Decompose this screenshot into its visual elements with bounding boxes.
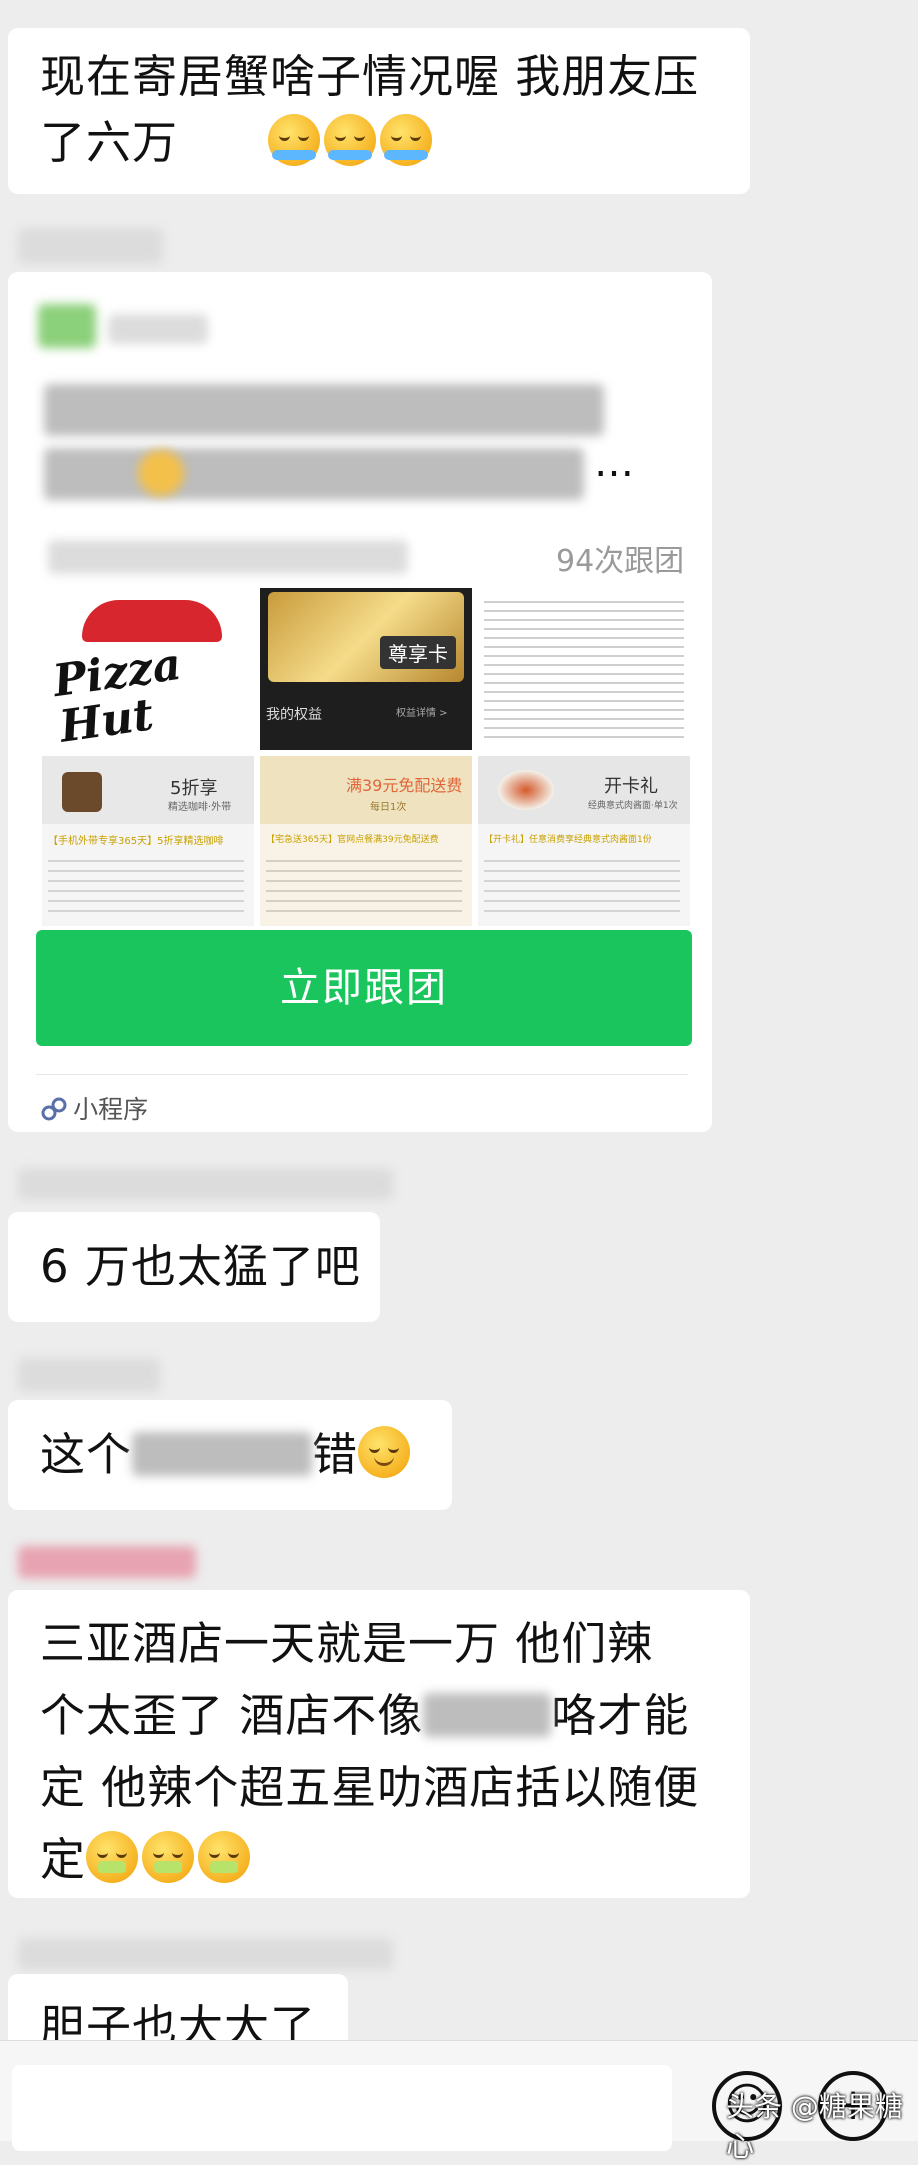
promo-badge: 5折享 (170, 778, 218, 799)
card-rights: 我的权益 (266, 707, 322, 723)
app-icon (38, 304, 96, 348)
message-text: 胆子也大大了 (40, 2000, 317, 2040)
money-emoji-icon (142, 1831, 195, 1883)
card-title (44, 448, 584, 500)
coffee-promo-thumb: 5折享 精选咖啡·外带 【手机外带专享365天】5折享精选咖啡 (42, 756, 254, 926)
sender-name (18, 1358, 160, 1392)
crying-emoji-icon (380, 114, 433, 166)
message-bubble-4[interactable]: 三亚酒店一天就是一万 他们辣 个太歪了 酒店不像 咯才能 定 他辣个超五星叻酒店括… (8, 1590, 750, 1898)
message-input[interactable] (12, 2065, 672, 2151)
message-text: 现在寄居蟹啥子情况喔 我朋友压了六万 (40, 50, 700, 169)
sender-name (18, 1168, 393, 1200)
title-ellipsis: … (594, 440, 634, 486)
money-emoji-icon (198, 1831, 251, 1883)
card-rights-more: 权益详情 > (396, 708, 448, 719)
sender-name (18, 228, 163, 264)
promo-sub: 每日1次 (370, 802, 407, 813)
mini-program-footer[interactable]: 小程序 (40, 1090, 148, 1126)
card-title (44, 384, 604, 436)
divider (36, 1074, 688, 1075)
crying-emoji-icon (324, 114, 377, 166)
money-emoji-icon (86, 1831, 139, 1883)
message-bubble-2[interactable]: 6 万也太猛了吧 (8, 1212, 380, 1322)
group-info (48, 540, 408, 574)
smirk-emoji-icon (358, 1426, 411, 1478)
promo-sub: 经典意式肉酱面·单1次 (588, 801, 678, 811)
mini-program-icon (41, 1097, 67, 1121)
message-bubble-5[interactable]: 胆子也大大了 (8, 1974, 348, 2040)
card-label: 尊享卡 (380, 636, 456, 669)
message-bubble-1[interactable]: 现在寄居蟹啥子情况喔 我朋友压了六万 (8, 28, 750, 194)
pizza-hut-wordmark: Pizza Hut (50, 638, 185, 750)
promo-title: 【开卡礼】任意消费享经典意式肉酱面1份 (484, 835, 652, 845)
join-group-button[interactable]: 立即跟团 (36, 930, 692, 1046)
promo-caption: 精选咖啡·外带 (168, 802, 232, 813)
message-text: 6 万也太猛了吧 (40, 1240, 361, 1293)
crying-emoji-icon (268, 114, 321, 166)
pizza-hut-logo-thumb: Pizza Hut (42, 588, 254, 750)
sender-name (18, 1938, 393, 1970)
promo-badge: 开卡礼 (604, 776, 658, 797)
promo-badge: 满39元免配送费 (346, 776, 463, 795)
join-count: 94次跟团 (556, 544, 685, 579)
delivery-promo-thumb: 满39元免配送费 每日1次 【宅急送365天】官网点餐满39元免配送费 (260, 756, 472, 926)
app-name (108, 314, 208, 344)
message-text: 三亚酒店一天就是一万 他们辣 个太歪了 酒店不像 咯才能 定 他辣个超五星叻酒店括… (40, 1617, 700, 1886)
promo-title: 【手机外带专享365天】5折享精选咖啡 (48, 836, 224, 847)
watermark: 头条 @糖果糖心 (726, 2090, 903, 2163)
rules-text-thumb (478, 588, 690, 750)
message-bubble-3[interactable]: 这个错 (8, 1400, 452, 1510)
mini-program-label: 小程序 (73, 1095, 149, 1124)
pasta-promo-thumb: 开卡礼 经典意式肉酱面·单1次 【开卡礼】任意消费享经典意式肉酱面1份 (478, 756, 690, 926)
mini-program-card[interactable]: … 94次跟团 Pizza Hut 尊享卡 我的权益 权益详情 > 5折享 精选… (8, 272, 712, 1132)
title-emoji (138, 450, 184, 496)
vip-card-thumb: 尊享卡 我的权益 权益详情 > (260, 588, 472, 750)
sender-name (18, 1546, 196, 1578)
input-bar: ☺ + 头条 @糖果糖心 (0, 2040, 918, 2163)
promo-title: 【宅急送365天】官网点餐满39元免配送费 (266, 835, 439, 845)
message-text: 这个错 (40, 1422, 414, 1488)
